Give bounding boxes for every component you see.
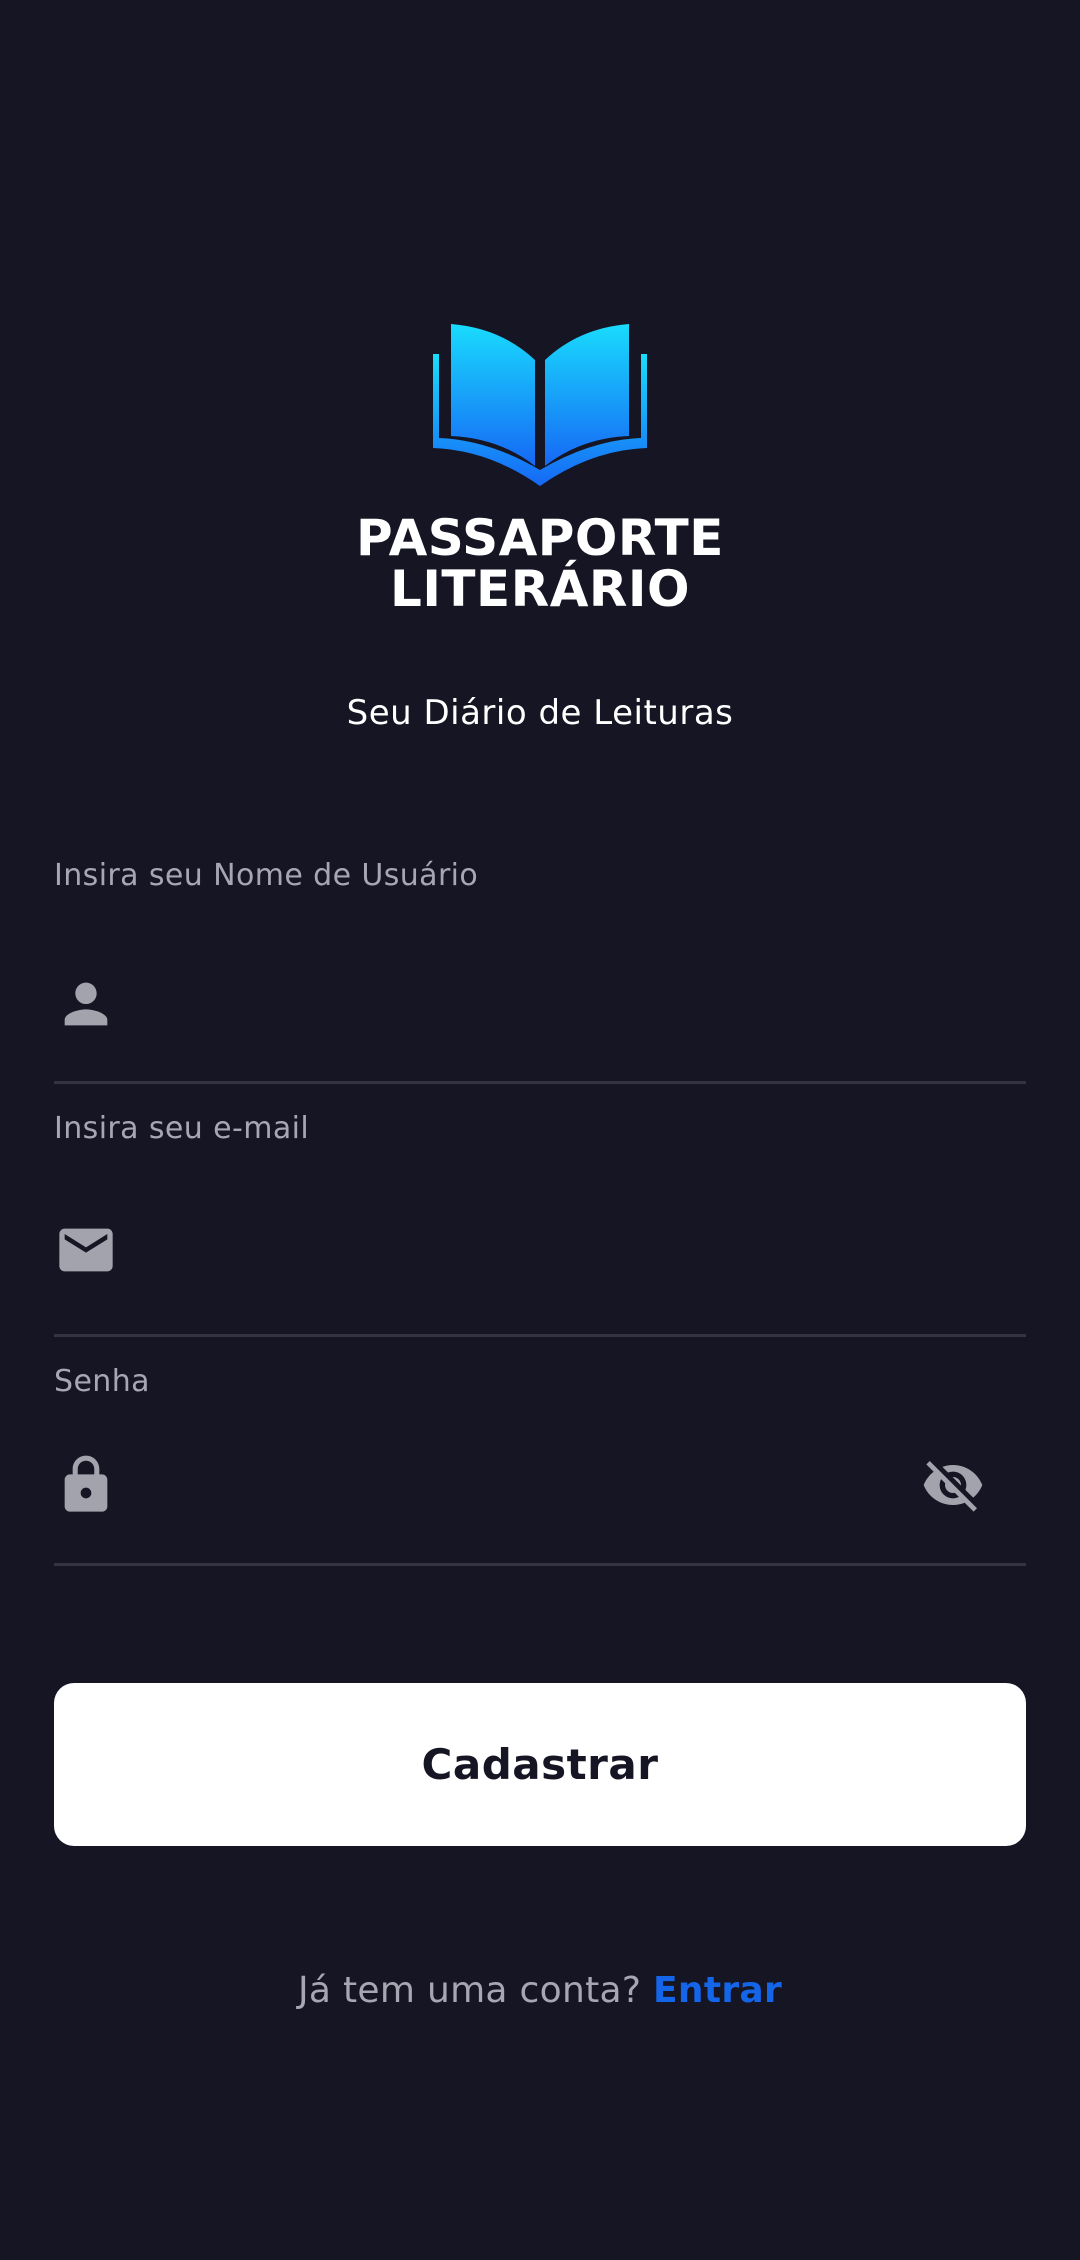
username-field[interactable] (54, 944, 1026, 1064)
lock-icon (64, 1455, 108, 1512)
email-label: Insira seu e-mail (54, 1111, 310, 1146)
app-title-line2: LITERÁRIO (389, 560, 691, 618)
register-button[interactable]: Cadastrar (54, 1683, 1026, 1846)
mail-icon (59, 1228, 113, 1272)
login-question: Já tem uma conta? (297, 1970, 653, 2011)
open-book-icon (433, 324, 647, 486)
username-underline (54, 1081, 1026, 1084)
app-title-line1: PASSAPORTE (356, 509, 724, 567)
login-link[interactable]: Entrar (653, 1970, 782, 2011)
username-label: Insira seu Nome de Usuário (54, 858, 479, 893)
visibility-off-icon[interactable] (921, 1453, 985, 1517)
app-tagline: Seu Diário de Leituras (346, 693, 734, 733)
email-field[interactable] (54, 1194, 1026, 1314)
password-underline (54, 1563, 1026, 1566)
person-icon (64, 982, 108, 1026)
password-field[interactable] (54, 1425, 1026, 1545)
login-prompt: Já tem uma conta? Entrar (0, 1967, 1080, 2015)
password-label: Senha (54, 1364, 150, 1399)
email-underline (54, 1334, 1026, 1337)
